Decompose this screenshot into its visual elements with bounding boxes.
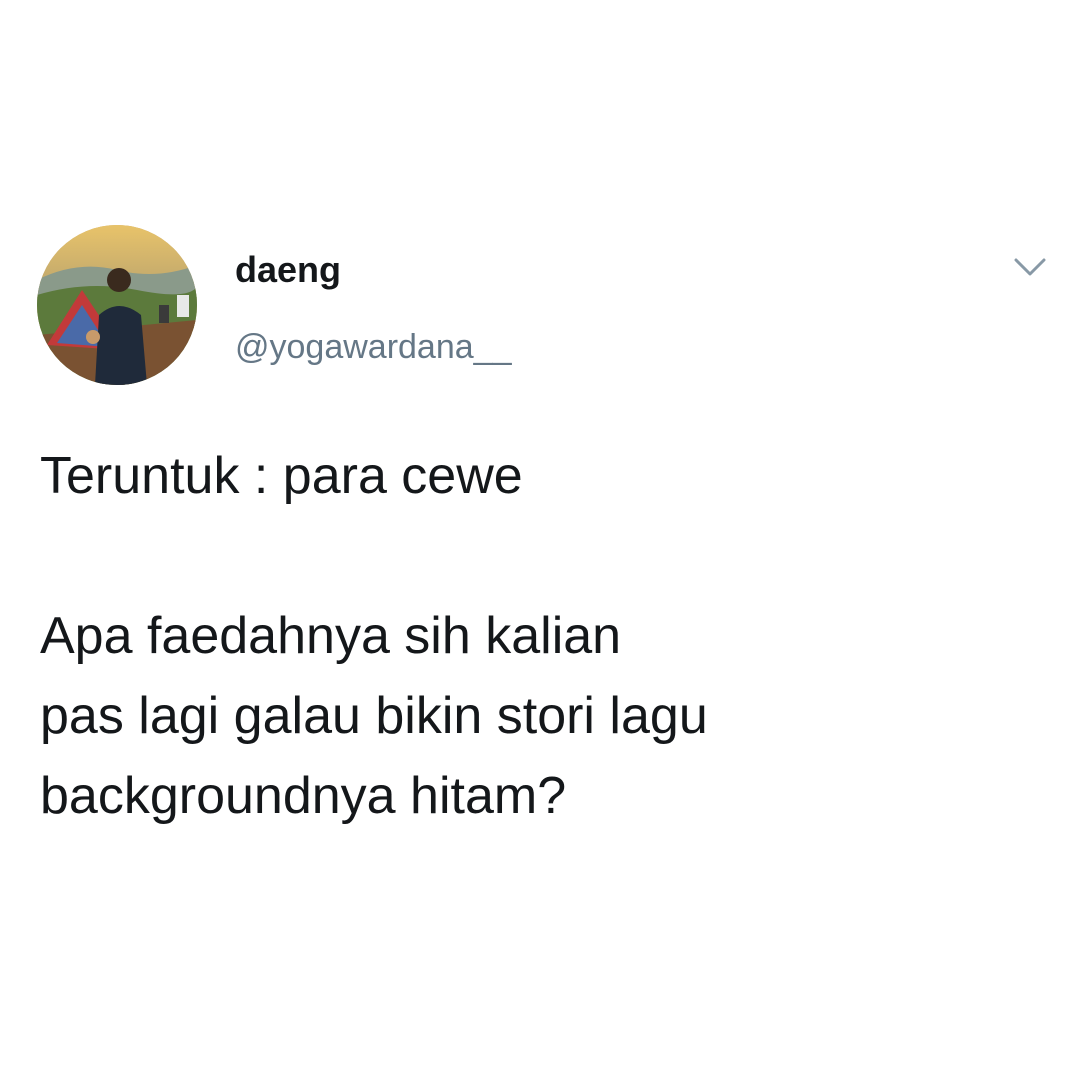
tweet-line: Teruntuk : para cewe xyxy=(40,447,523,505)
display-name[interactable]: daeng xyxy=(235,248,341,292)
avatar[interactable] xyxy=(37,225,197,385)
chevron-down-icon[interactable] xyxy=(1010,252,1050,282)
tweet-line: backgroundnya hitam? xyxy=(40,767,567,825)
tweet-line: Apa faedahnya sih kalian xyxy=(40,607,622,665)
profile-photo-icon xyxy=(37,225,197,385)
tweet-card: daeng @yogawardana__ Teruntuk : para cew… xyxy=(0,0,1080,1080)
tweet-text: Teruntuk : para cewe Apa faedahnya sih k… xyxy=(40,436,1040,836)
tweet-line: pas lagi galau bikin stori lagu xyxy=(40,687,708,745)
user-handle[interactable]: @yogawardana__ xyxy=(235,326,511,368)
